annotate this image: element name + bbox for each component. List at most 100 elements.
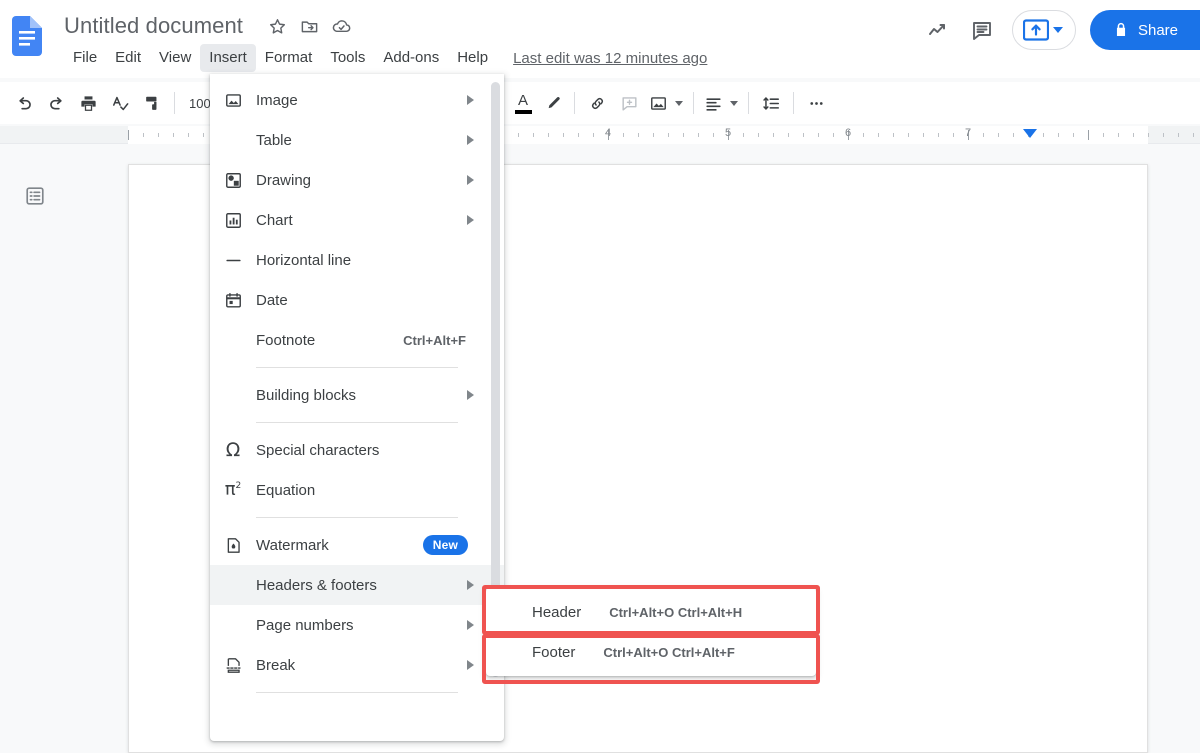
ruler-tick <box>1043 133 1044 137</box>
menu-format[interactable]: Format <box>256 44 322 72</box>
activity-trend-icon[interactable] <box>918 10 958 50</box>
insert-menu-item-label: Image <box>256 92 498 109</box>
menu-file[interactable]: File <box>64 44 106 72</box>
submenu-item-footer[interactable]: Footer Ctrl+Alt+O Ctrl+Alt+F <box>486 632 816 672</box>
toolbar-divider <box>693 92 694 114</box>
horizontal-ruler[interactable]: 1234567 <box>0 126 1200 144</box>
comment-history-icon[interactable] <box>962 10 1002 50</box>
insert-image-icon[interactable] <box>645 87 671 119</box>
menu-tools[interactable]: Tools <box>321 44 374 72</box>
date-icon <box>210 291 256 310</box>
insert-menu-item-label: Equation <box>256 482 498 499</box>
insert-menu-item-special-characters[interactable]: ΩSpecial characters <box>210 430 504 470</box>
lock-icon <box>1112 21 1130 39</box>
insert-menu-item-label: Drawing <box>256 172 498 189</box>
align-dropdown[interactable] <box>726 87 742 119</box>
submenu-item-header[interactable]: Header Ctrl+Alt+O Ctrl+Alt+H <box>486 592 816 632</box>
ruler-tick <box>158 133 159 137</box>
page-title[interactable]: Untitled document <box>64 13 243 39</box>
insert-menu-item-label: Watermark <box>256 537 423 554</box>
menu-addons[interactable]: Add-ons <box>374 44 448 72</box>
insert-menu-item-table[interactable]: Table <box>210 120 504 160</box>
menu-help[interactable]: Help <box>448 44 497 72</box>
present-button[interactable] <box>1012 10 1076 50</box>
drawing-icon <box>210 171 256 190</box>
equation-icon: π2 <box>210 481 256 499</box>
insert-menu-item-image[interactable]: Image <box>210 80 504 120</box>
insert-menu-item-footnote[interactable]: FootnoteCtrl+Alt+F <box>210 320 504 360</box>
ruler-tick <box>203 133 204 137</box>
text-color-button[interactable]: A <box>508 88 538 118</box>
document-outline-icon[interactable] <box>22 183 48 209</box>
ruler-tick <box>593 133 594 137</box>
ruler-tick <box>758 133 759 137</box>
menu-insert[interactable]: Insert <box>200 44 256 72</box>
insert-menu-item-chart[interactable]: Chart <box>210 200 504 240</box>
ruler-tick <box>128 130 129 140</box>
insert-image-dropdown[interactable] <box>671 87 687 119</box>
insert-link-icon[interactable] <box>581 87 613 119</box>
ruler-tick <box>1193 133 1194 137</box>
menu-divider <box>256 692 458 693</box>
align-icon[interactable] <box>700 87 726 119</box>
more-options-icon[interactable] <box>800 87 832 119</box>
spell-check-icon[interactable] <box>104 87 136 119</box>
insert-menu-item-label: Table <box>256 132 498 149</box>
header-actions: Share <box>918 10 1200 50</box>
undo-icon[interactable] <box>8 87 40 119</box>
insert-menu-item-equation[interactable]: π2Equation <box>210 470 504 510</box>
watermark-icon <box>210 536 256 555</box>
chevron-down-icon[interactable] <box>675 101 683 106</box>
menu-view[interactable]: View <box>150 44 200 72</box>
insert-menu-item-page-numbers[interactable]: Page numbers <box>210 605 504 645</box>
ruler-tick <box>833 133 834 137</box>
ruler-tick <box>1103 133 1104 137</box>
insert-menu-item-date[interactable]: Date <box>210 280 504 320</box>
move-to-folder-icon[interactable] <box>297 14 321 38</box>
menu-edit[interactable]: Edit <box>106 44 150 72</box>
insert-menu-list: Image Table Drawing ChartHorizontal line Dat… <box>210 80 504 693</box>
insert-menu-item-label: Building blocks <box>256 387 498 404</box>
ruler-tick <box>1073 133 1074 137</box>
line-spacing-icon[interactable] <box>755 87 787 119</box>
insert-menu-item-horizontal-line[interactable]: Horizontal line <box>210 240 504 280</box>
special-characters-icon: Ω <box>210 441 256 460</box>
cloud-saved-icon[interactable] <box>329 14 353 38</box>
insert-menu-item-drawing[interactable]: Drawing <box>210 160 504 200</box>
insert-menu-item-shortcut: Ctrl+Alt+F <box>403 333 466 348</box>
submenu-item-footer-shortcut: Ctrl+Alt+O Ctrl+Alt+F <box>603 645 734 660</box>
google-docs-logo[interactable] <box>12 16 42 56</box>
insert-menu-item-building-blocks[interactable]: Building blocks <box>210 375 504 415</box>
redo-icon[interactable] <box>40 87 72 119</box>
share-button-label: Share <box>1138 22 1178 39</box>
ruler-tick <box>1088 130 1089 140</box>
submenu-arrow-icon <box>467 580 474 590</box>
right-indent-marker[interactable] <box>1023 129 1037 138</box>
insert-menu-item-label: Date <box>256 292 498 309</box>
toolbar-divider <box>574 92 575 114</box>
highlight-color-icon[interactable] <box>538 88 568 118</box>
menu-divider <box>256 367 458 368</box>
headers-footers-submenu: Header Ctrl+Alt+O Ctrl+Alt+H Footer Ctrl… <box>486 588 816 676</box>
ruler-tick <box>893 133 894 137</box>
insert-menu-item-watermark[interactable]: WatermarkNew <box>210 525 504 565</box>
add-comment-icon[interactable] <box>613 87 645 119</box>
ruler-tick <box>653 133 654 137</box>
star-icon[interactable] <box>265 14 289 38</box>
insert-menu-item-break[interactable]: Break <box>210 645 504 685</box>
paint-format-icon[interactable] <box>136 87 168 119</box>
insert-menu-item-label: Headers & footers <box>256 577 498 594</box>
insert-menu-item-headers-footers[interactable]: Headers & footers <box>210 565 504 605</box>
text-color-swatch <box>515 110 532 114</box>
submenu-arrow-icon <box>467 95 474 105</box>
submenu-item-footer-label: Footer <box>532 644 575 661</box>
ruler-tick <box>773 133 774 137</box>
ruler-tick <box>563 133 564 137</box>
chevron-down-icon[interactable] <box>730 101 738 106</box>
ruler-tick <box>188 133 189 137</box>
ruler-tick <box>578 133 579 137</box>
last-edit-link[interactable]: Last edit was 12 minutes ago <box>513 50 707 67</box>
print-icon[interactable] <box>72 87 104 119</box>
chevron-down-icon[interactable] <box>1053 27 1063 33</box>
share-button[interactable]: Share <box>1090 10 1200 50</box>
